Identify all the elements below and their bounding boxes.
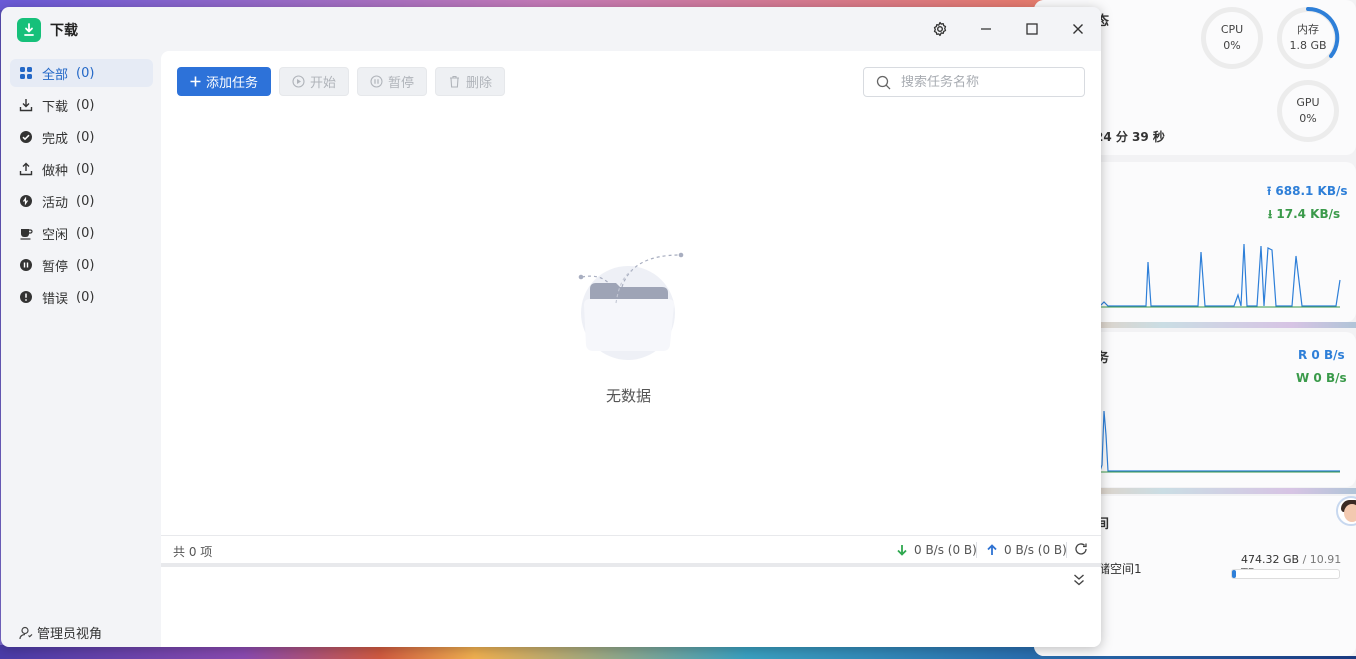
refresh-button[interactable] xyxy=(1074,542,1088,559)
sidebar-item-5[interactable]: 空闲 (0) xyxy=(10,219,153,247)
upload-speed: 0 B/s (0 B) xyxy=(986,543,1067,557)
sidebar-item-label: 下载 xyxy=(42,99,69,115)
title-bar[interactable]: 下载 xyxy=(1,7,1101,51)
pause-icon xyxy=(370,75,383,88)
plus-icon xyxy=(190,76,201,87)
sidebar-item-label: 错误 xyxy=(42,291,69,307)
storage-volume-name: 储空间1 xyxy=(1098,562,1142,576)
network-graph xyxy=(1100,243,1341,308)
minimize-icon xyxy=(981,28,991,30)
download-icon xyxy=(18,98,33,113)
sidebar-item-count: (0) xyxy=(76,161,95,177)
disk-io-graph xyxy=(1100,410,1340,473)
maximize-button[interactable] xyxy=(1018,15,1046,43)
gear-icon xyxy=(933,21,947,37)
sidebar-item-3[interactable]: 做种 (0) xyxy=(10,155,153,183)
upload-icon xyxy=(18,162,33,177)
cpu-label: CPU xyxy=(1220,23,1244,36)
settings-button[interactable] xyxy=(926,15,954,43)
sidebar-item-count: (0) xyxy=(76,225,95,241)
sidebar-item-count: (0) xyxy=(76,129,95,145)
gpu-value: 0% xyxy=(1299,112,1317,125)
download-speed: 0 B/s (0 B) xyxy=(896,543,977,557)
sidebar-item-6[interactable]: 暂停 (0) xyxy=(10,251,153,279)
error-circle-icon xyxy=(18,290,33,305)
uptime-text: 24 分 39 秒 xyxy=(1095,130,1165,144)
check-circle-icon xyxy=(18,130,33,145)
sidebar-item-1[interactable]: 下载 (0) xyxy=(10,91,153,119)
close-button[interactable] xyxy=(1064,15,1092,43)
disk-read-rate: R 0 B/s xyxy=(1298,348,1345,362)
minimize-button[interactable] xyxy=(972,15,1000,43)
arrow-down-icon xyxy=(897,545,907,556)
empty-state-text: 无数据 xyxy=(606,387,652,405)
admin-view-toggle[interactable]: 管理员视角 xyxy=(19,623,102,642)
sidebar-item-label: 全部 xyxy=(42,67,69,83)
delete-button[interactable]: 删除 xyxy=(435,67,505,96)
sidebar-item-label: 活动 xyxy=(42,195,69,211)
start-button[interactable]: 开始 xyxy=(279,67,349,96)
sidebar-item-label: 空闲 xyxy=(42,227,69,243)
net-upload-rate: ⭱ 688.1 KB/s xyxy=(1267,184,1348,198)
arrow-up-icon xyxy=(987,544,997,555)
download-window: 下载 全部 (0) 下载 (0) 完成 (0) 做种 (0) 活动 (0) 空闲 (0) 暂停 (0) 错误… xyxy=(1,7,1101,647)
download-app-icon xyxy=(17,18,41,42)
search-input[interactable] xyxy=(901,74,1071,90)
grid-icon xyxy=(18,66,33,81)
sidebar-item-count: (0) xyxy=(76,65,95,81)
pause-circle-icon xyxy=(18,258,33,273)
window-title: 下载 xyxy=(50,23,78,39)
task-count: 共 0 项 xyxy=(173,545,213,559)
empty-folder-illustration xyxy=(578,252,684,360)
sidebar-item-2[interactable]: 完成 (0) xyxy=(10,123,153,151)
sidebar-item-0[interactable]: 全部 (0) xyxy=(10,59,153,87)
sidebar-item-4[interactable]: 活动 (0) xyxy=(10,187,153,215)
cpu-value: 0% xyxy=(1223,39,1241,52)
chevrons-down-icon xyxy=(1074,574,1084,586)
sidebar-item-count: (0) xyxy=(76,97,95,113)
sidebar: 全部 (0) 下载 (0) 完成 (0) 做种 (0) 活动 (0) 空闲 (0) 暂停 (0) 错误 (0)… xyxy=(1,51,161,647)
memory-gauge-arc xyxy=(1306,6,1340,58)
maximize-icon xyxy=(1026,23,1038,35)
search-icon xyxy=(876,75,891,89)
status-bar: 共 0 项 0 B/s (0 B) 0 B/s (0 B) xyxy=(161,535,1101,563)
add-task-button[interactable]: 添加任务 xyxy=(177,67,271,96)
expand-drawer-button[interactable] xyxy=(1073,573,1085,591)
sidebar-item-label: 暂停 xyxy=(42,259,69,275)
sidebar-item-label: 完成 xyxy=(42,131,69,147)
gpu-gauge: GPU 0% xyxy=(1277,80,1339,142)
refresh-icon xyxy=(1075,543,1087,555)
detail-drawer-divider[interactable] xyxy=(161,563,1101,567)
task-search-box[interactable] xyxy=(863,67,1085,97)
sidebar-item-label: 做种 xyxy=(42,163,69,179)
sidebar-item-7[interactable]: 错误 (0) xyxy=(10,283,153,311)
close-icon xyxy=(1073,24,1083,34)
activity-icon xyxy=(18,194,33,209)
cup-icon xyxy=(18,226,33,241)
trash-icon xyxy=(448,75,461,88)
cpu-gauge: CPU 0% xyxy=(1201,7,1263,69)
pause-button[interactable]: 暂停 xyxy=(357,67,427,96)
net-download-rate: ⭳ 17.4 KB/s xyxy=(1268,207,1341,221)
play-icon xyxy=(292,75,305,88)
main-content: 添加任务 开始 暂停 删除 无数据 共 xyxy=(161,51,1101,647)
sidebar-item-count: (0) xyxy=(76,289,95,305)
disk-write-rate: W 0 B/s xyxy=(1296,371,1347,385)
storage-progress-bar xyxy=(1231,569,1340,579)
gpu-label: GPU xyxy=(1296,96,1320,109)
sidebar-item-count: (0) xyxy=(76,257,95,273)
sidebar-item-count: (0) xyxy=(76,193,95,209)
storage-progress-fill xyxy=(1232,570,1237,578)
admin-view-label: 管理员视角 xyxy=(37,627,103,642)
user-icon xyxy=(19,626,33,639)
